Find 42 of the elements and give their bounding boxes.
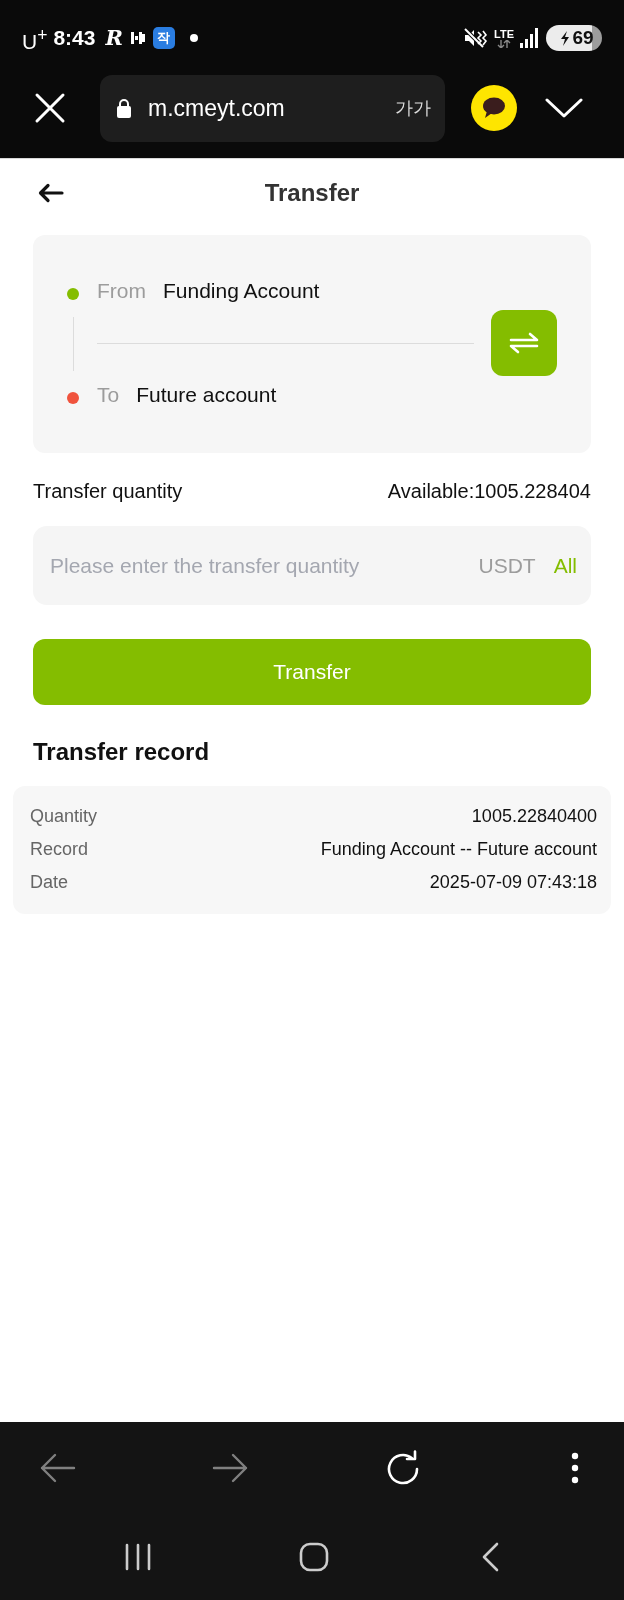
app-notification-icon (130, 31, 145, 45)
url-text: m.cmeyt.com (148, 94, 286, 122)
data-arrows-icon (497, 40, 511, 48)
record-field-value: 2025-07-09 07:43:18 (429, 872, 597, 893)
network-label: LTE (494, 28, 514, 40)
route-dot-icon (67, 288, 79, 300)
battery-percent: 69 (572, 27, 594, 49)
recent-apps-icon[interactable] (124, 1542, 152, 1571)
record-field-value: 1005.22840400 (471, 806, 597, 827)
record-field-value: Funding Account -- Future account (320, 839, 597, 860)
charging-bolt-icon (560, 30, 571, 46)
address-field[interactable]: m.cmeyt.com 가가 (100, 74, 445, 142)
chat-bubble-icon[interactable] (471, 85, 517, 131)
available-balance: Available:1005.228404 (387, 479, 591, 503)
home-icon[interactable] (299, 1541, 329, 1572)
record-field-label: Record (30, 839, 89, 860)
unit-label: USDT (478, 553, 536, 578)
clock-time: 8:43 (53, 26, 96, 50)
quantity-label: Transfer quantity (33, 479, 183, 503)
notification-dot-icon (189, 34, 198, 42)
signal-icon (520, 28, 538, 48)
close-icon[interactable] (34, 92, 66, 124)
mute-icon (464, 27, 489, 49)
page-title: Transfer (264, 179, 360, 207)
account-selector[interactable]: Funding Account (163, 279, 320, 303)
swap-arrows-icon (508, 331, 540, 355)
section-title: Transfer record (33, 737, 210, 767)
route-label: From (97, 279, 146, 303)
app-notification-letter: R (105, 26, 123, 50)
back-arrow-icon[interactable] (38, 183, 64, 203)
route-dot-icon (67, 392, 79, 404)
route-label: To (97, 383, 120, 407)
record-field-label: Date (30, 872, 69, 893)
record-field-label: Quantity (30, 806, 98, 827)
app-badge: 작 (152, 27, 175, 49)
chevron-down-icon[interactable] (545, 97, 583, 119)
carrier-label: U$^{+}$ (22, 23, 48, 54)
lock-icon (116, 98, 132, 118)
text-size-button[interactable]: 가가 (393, 96, 433, 120)
back-chevron-icon[interactable] (481, 1541, 499, 1572)
account-selector[interactable]: Future account (136, 383, 277, 407)
more-menu-icon[interactable] (571, 1451, 579, 1484)
